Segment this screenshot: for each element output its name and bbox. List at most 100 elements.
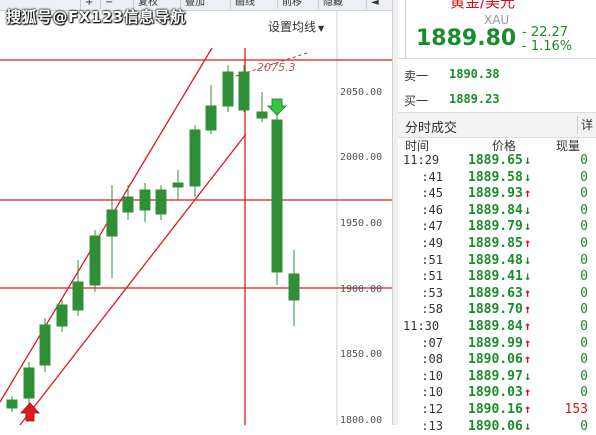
- arrow-down-icon: ↓: [524, 253, 531, 267]
- chevron-down-icon: ▼: [318, 24, 324, 33]
- tick-row: :511889.48↓0: [398, 253, 596, 270]
- tick-price: 1889.65: [468, 153, 523, 168]
- tick-row: :53 1889.63↑ 0: [398, 286, 596, 303]
- tick-row: :081890.06↑0: [398, 352, 596, 369]
- tick-price: 1889.41: [468, 269, 523, 284]
- candle-body: [73, 282, 83, 310]
- tick-volume: 153: [565, 402, 588, 417]
- tick-price: 1889.93: [468, 186, 523, 201]
- candle-body: [239, 72, 249, 110]
- tick-price: 1889.48: [468, 253, 523, 268]
- tick-time: :58: [403, 302, 443, 316]
- tick-time: :10: [403, 369, 443, 383]
- tick-volume: 0: [580, 369, 588, 384]
- ask-label: 卖一: [404, 67, 428, 84]
- scroll-left-button[interactable]: ◄: [366, 0, 383, 9]
- channel-lower-line: [20, 134, 246, 425]
- candle-body: [24, 368, 34, 398]
- tick-time: :53: [403, 286, 443, 300]
- arrow-up-icon: ↑: [524, 236, 531, 250]
- arrow-up-icon: ↑: [524, 336, 531, 350]
- arrow-up-icon: ↑: [524, 352, 531, 366]
- quote-header: 黄金/美元 XAU 1889.80 - 22.27 - 1.16%: [398, 0, 596, 59]
- candle-body: [156, 190, 166, 214]
- arrow-up-icon: ↑: [524, 286, 531, 300]
- candle-body: [223, 72, 233, 106]
- tick-row: 11:301889.84↑0: [398, 319, 596, 336]
- tick-row: :131890.06↓0: [398, 419, 596, 435]
- header-price: 价格: [492, 137, 516, 154]
- header-time: 时间: [405, 137, 429, 154]
- tick-price: 1889.58: [468, 170, 523, 185]
- tick-price: 1889.70: [468, 302, 523, 317]
- quote-side-panel: 黄金/美元 XAU 1889.80 - 22.27 - 1.16% 卖一 189…: [398, 0, 596, 425]
- tick-price: 1889.84: [468, 203, 523, 218]
- divider: [405, 0, 406, 58]
- change-percent: - 1.16%: [522, 40, 572, 54]
- last-price: 1889.80: [416, 26, 516, 51]
- candle-body: [40, 325, 50, 365]
- y-tick-label: 2050.00: [340, 87, 382, 98]
- y-tick-label: 2000.00: [340, 152, 382, 163]
- tick-price: 1890.16: [468, 402, 523, 417]
- tick-volume: 0: [580, 319, 588, 334]
- y-tick-label: 1950.00: [340, 218, 382, 229]
- detail-button[interactable]: 详: [577, 116, 596, 134]
- hide-button[interactable]: 隐藏: [318, 0, 347, 9]
- tick-time: :13: [403, 419, 443, 433]
- tick-row: :12 1890.16↑ 153: [398, 402, 596, 419]
- tick-price: 1889.63: [468, 286, 523, 301]
- ticks-table-header: 时间 价格 现量: [398, 137, 596, 153]
- candle-body: [289, 274, 299, 300]
- tick-time: :12: [403, 402, 443, 416]
- ask-value: 1890.38: [449, 67, 500, 81]
- tick-price: 1889.97: [468, 369, 523, 384]
- symbol-name: 黄金/美元: [450, 0, 515, 12]
- tick-time: :45: [403, 186, 443, 200]
- arrow-down-icon: ↓: [524, 419, 531, 433]
- arrow-up-icon: ↑: [524, 319, 531, 333]
- arrow-up-icon: ↑: [524, 385, 531, 399]
- arrow-up-icon: ↑: [524, 302, 531, 316]
- channel-upper-line: [0, 48, 212, 402]
- tick-time: 11:29: [403, 153, 439, 167]
- bid-value: 1889.23: [449, 92, 500, 106]
- candle-body: [257, 112, 267, 118]
- tick-row: :511889.41↓0: [398, 269, 596, 286]
- price-change: - 22.27 - 1.16%: [522, 26, 572, 54]
- candle-body: [57, 305, 67, 326]
- tick-row: 11:291889.65↓0: [398, 153, 596, 170]
- tick-time: :51: [403, 269, 443, 283]
- tick-volume: 0: [580, 302, 588, 317]
- tick-volume: 0: [580, 286, 588, 301]
- shift-button[interactable]: 前移: [277, 0, 306, 9]
- tick-price: 1890.03: [468, 385, 523, 400]
- tick-row: :471889.79↓0: [398, 219, 596, 236]
- y-tick-label: 1900.00: [340, 284, 382, 295]
- tick-price: 1889.79: [468, 219, 523, 234]
- high-price-label: 2075.3: [257, 61, 296, 74]
- arrow-up-icon: ↑: [524, 402, 531, 416]
- ma-settings-button[interactable]: 设置均线▼: [268, 18, 324, 35]
- green-down-arrow-icon: [268, 99, 286, 115]
- tick-volume: 0: [580, 153, 588, 168]
- tick-time: :08: [403, 352, 443, 366]
- tick-price: 1890.06: [468, 352, 523, 367]
- tick-price: 1889.84: [468, 319, 523, 334]
- tick-volume: 0: [580, 186, 588, 201]
- draw-line-button[interactable]: 画线: [230, 0, 259, 9]
- ticks-panel-header: 分时成交 详: [398, 112, 596, 138]
- ticks-list[interactable]: 11:291889.65↓0:411889.58↓0:451889.93↑0:4…: [398, 153, 596, 435]
- kline-chart-panel[interactable]: 2075.3 + − 复权 叠加 画线 前移 隐藏 ◄ 搜狐号@FX123信息导…: [0, 0, 392, 425]
- ma-settings-label: 设置均线: [268, 20, 316, 34]
- tick-row: :411889.58↓0: [398, 170, 596, 187]
- bid-row: 买一 1889.23: [398, 88, 596, 110]
- tick-volume: 0: [580, 219, 588, 234]
- candle-body: [107, 210, 117, 236]
- tick-row: :58 1889.70↑ 0: [398, 302, 596, 319]
- tick-time: :47: [403, 219, 443, 233]
- kline-chart[interactable]: 2075.3: [0, 0, 392, 425]
- tick-time: :10: [403, 385, 443, 399]
- red-up-arrow-icon: [21, 403, 39, 421]
- candle-body: [90, 236, 100, 285]
